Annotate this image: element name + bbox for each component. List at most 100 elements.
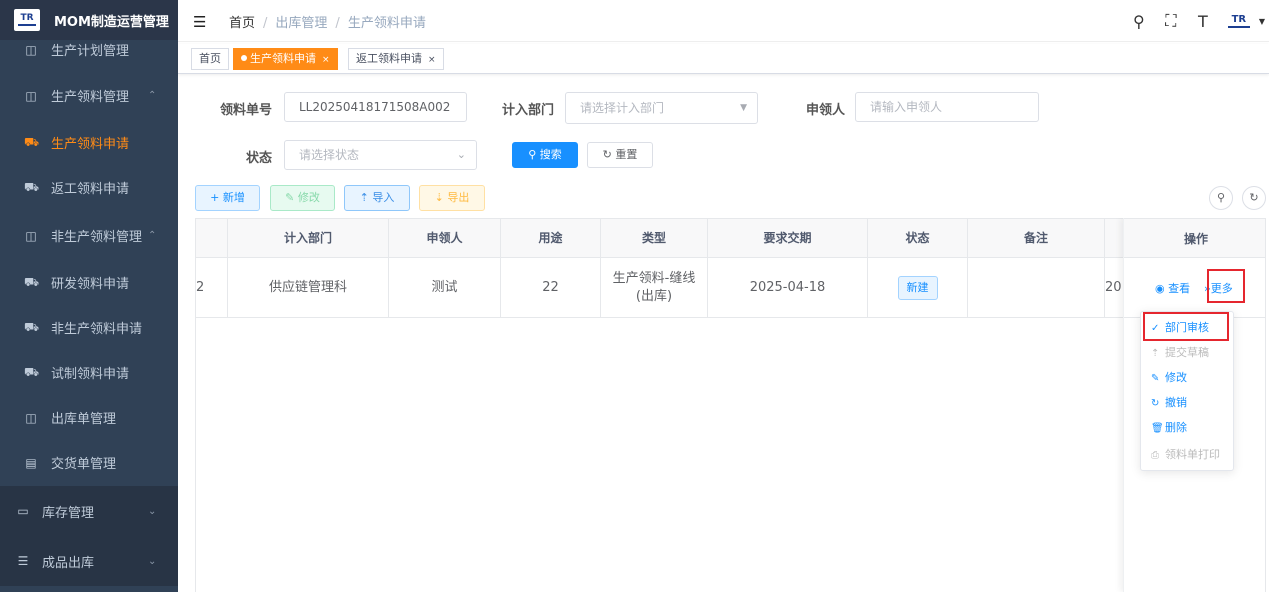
reset-button[interactable]: ↻ 重置 bbox=[587, 142, 653, 168]
cell-applicant: 测试 bbox=[389, 258, 501, 317]
menu-item-submit-draft: ⇡ 提交草稿 bbox=[1141, 340, 1235, 365]
column-header-purpose: 用途 bbox=[501, 219, 601, 257]
edit-icon: ✎ bbox=[1151, 373, 1160, 384]
cell-remark bbox=[968, 258, 1105, 317]
cell-type: 生产领料-缝线 (出库) bbox=[601, 258, 708, 317]
refresh-icon: ↻ bbox=[602, 148, 612, 161]
sidebar-item-rd-picking-request[interactable]: ⛟ 研发领料申请 bbox=[0, 260, 178, 305]
applicant-label: 申领人 bbox=[806, 103, 846, 118]
refresh-button[interactable]: ↻ bbox=[1242, 186, 1266, 210]
search-button[interactable]: ⚲ 搜索 bbox=[512, 142, 578, 168]
menu-item-delete[interactable]: 🗑删除 bbox=[1141, 415, 1235, 440]
sidebar-item-label: 交货单管理 bbox=[51, 457, 117, 472]
sidebar-item-label: 库存管理 bbox=[42, 505, 95, 521]
dept-label: 计入部门 bbox=[502, 103, 555, 118]
edit-icon: ✎ bbox=[285, 191, 295, 204]
column-header-status: 状态 bbox=[868, 219, 968, 257]
sidebar-item-label: 成品出库 bbox=[42, 555, 95, 571]
sidebar-item-outbound-orders[interactable]: ◫ 出库单管理 bbox=[0, 395, 178, 440]
fullscreen-icon[interactable]: ⛶ bbox=[1155, 11, 1187, 31]
sidebar-item-rework-picking-request[interactable]: ⛟ 返工领料申请 bbox=[0, 165, 178, 210]
caret-down-icon[interactable]: ▼ bbox=[1259, 17, 1265, 26]
column-header-applicant: 申领人 bbox=[389, 219, 501, 257]
eye-icon: ◉ bbox=[1155, 282, 1165, 295]
print-icon: ⎙ bbox=[1151, 450, 1159, 461]
cell-purpose: 22 bbox=[501, 258, 601, 317]
dept-select[interactable]: 请选择计入部门 ▼ bbox=[565, 92, 758, 124]
avatar[interactable]: TR bbox=[1223, 10, 1255, 32]
tab-production-picking-request[interactable]: 生产领料申请 × bbox=[233, 48, 338, 70]
order-no-input[interactable]: LL20250418171508A002 bbox=[284, 92, 467, 122]
import-button[interactable]: ⇡ 导入 bbox=[344, 185, 410, 211]
sidebar-item-finished-goods-outbound[interactable]: ☰ 成品出库 ⌄ bbox=[0, 536, 178, 586]
sidebar-item-delivery-orders[interactable]: ▤ 交货单管理 bbox=[0, 440, 178, 485]
menu-item-revoke[interactable]: ↻ 撤销 bbox=[1141, 390, 1235, 415]
column-header-due-date: 要求交期 bbox=[708, 219, 868, 257]
plus-icon: + bbox=[210, 191, 220, 204]
status-select[interactable]: 请选择状态 ⌄ bbox=[284, 140, 477, 170]
breadcrumb: 首页 / 出库管理 / 生产领料申请 bbox=[229, 16, 426, 31]
hamburger-icon[interactable]: ☰ bbox=[193, 13, 206, 31]
search-icon: ⚲ bbox=[528, 148, 537, 161]
table-row[interactable]: 2 供应链管理科 测试 22 生产领料-缝线 (出库) 2025-04-18 新… bbox=[196, 258, 1265, 318]
sidebar-item-production-picking-request[interactable]: ⛟ 生产领料申请 bbox=[0, 120, 178, 165]
tab-rework-picking-request[interactable]: 返工领料申请 × bbox=[348, 48, 444, 70]
sidebar-item-nonproduction-picking-request[interactable]: ⛟ 非生产领料申请 bbox=[0, 305, 178, 350]
upload-icon: ⇡ bbox=[359, 191, 369, 204]
cell-due-date: 2025-04-18 bbox=[708, 258, 868, 317]
close-icon[interactable]: × bbox=[428, 55, 436, 65]
book-icon: ◫ bbox=[25, 88, 37, 103]
active-dot-icon bbox=[241, 55, 247, 61]
close-icon[interactable]: × bbox=[322, 55, 330, 65]
edit-button[interactable]: ✎ 修改 bbox=[270, 185, 335, 211]
sidebar-item-label: 生产领料管理 bbox=[51, 90, 130, 105]
column-header-actions: 操作 bbox=[1124, 218, 1265, 258]
download-icon: ⇣ bbox=[434, 191, 444, 204]
search-icon[interactable]: ⚲ bbox=[1123, 12, 1155, 31]
export-button[interactable]: ⇣ 导出 bbox=[419, 185, 485, 211]
list-icon: ☰ bbox=[17, 554, 29, 568]
book-icon: ◫ bbox=[25, 410, 37, 425]
cart-icon: ⛟ bbox=[24, 274, 40, 289]
cart-icon: ⛟ bbox=[24, 364, 40, 379]
table-header: 计入部门 申领人 用途 类型 要求交期 状态 备注 bbox=[196, 218, 1265, 258]
book-icon: ◫ bbox=[25, 228, 37, 243]
cell-dept: 供应链管理科 bbox=[228, 258, 389, 317]
font-size-icon[interactable]: T bbox=[1187, 12, 1219, 31]
refresh-icon: ↻ bbox=[1249, 191, 1259, 204]
toggle-search-button[interactable]: ⚲ bbox=[1209, 186, 1233, 210]
upload-icon: ⇡ bbox=[1151, 348, 1160, 359]
monitor-icon: ▭ bbox=[17, 504, 29, 518]
sidebar-item-nonproduction-picking[interactable]: ◫ 非生产领料管理 ⌃ bbox=[0, 213, 178, 258]
logo: TR bbox=[14, 9, 40, 31]
tags-view: 首页 生产领料申请 × 返工领料申请 × bbox=[178, 44, 1269, 74]
app-title: MOM制造运营管理 bbox=[54, 14, 169, 30]
nav-tools: ⚲ ⛶ T TR ▼ bbox=[1123, 8, 1269, 34]
add-button[interactable]: + 新增 bbox=[195, 185, 260, 211]
sidebar-item-label: 非生产领料管理 bbox=[51, 230, 143, 245]
sidebar-item-label: 研发领料申请 bbox=[51, 277, 130, 292]
sidebar-item-inventory[interactable]: ▭ 库存管理 ⌄ bbox=[0, 486, 178, 536]
column-header-cut bbox=[196, 219, 228, 257]
menu-item-edit[interactable]: ✎ 修改 bbox=[1141, 365, 1235, 390]
cell-status: 新建 bbox=[868, 258, 968, 317]
sidebar-item-trial-picking-request[interactable]: ⛟ 试制领料申请 bbox=[0, 350, 178, 395]
sidebar-item-label: 生产计划管理 bbox=[51, 44, 130, 59]
breadcrumb-current: 生产领料申请 bbox=[347, 16, 426, 31]
cart-icon: ⛟ bbox=[24, 319, 40, 334]
brand: TR MOM制造运营管理 bbox=[0, 0, 178, 40]
breadcrumb-home[interactable]: 首页 bbox=[229, 16, 255, 31]
order-no-label: 领料单号 bbox=[220, 103, 273, 118]
view-link[interactable]: ◉ 查看 bbox=[1155, 280, 1190, 296]
data-table: 计入部门 申领人 用途 类型 要求交期 状态 备注 2 供应链管理科 测试 22… bbox=[195, 218, 1266, 592]
sidebar-item-label: 非生产领料申请 bbox=[51, 322, 143, 337]
menu-item-print: ⎙ 领料单打印 bbox=[1141, 442, 1235, 467]
sidebar-item-label: 返工领料申请 bbox=[51, 182, 130, 197]
sidebar: ◫ 生产计划管理 ◫ 生产领料管理 ⌃ ⛟ 生产领料申请 ⛟ 返工领料申请 ◫ … bbox=[0, 0, 178, 592]
chevron-up-icon: ⌃ bbox=[148, 230, 157, 241]
cell-cut: 2 bbox=[196, 258, 228, 317]
highlight-more bbox=[1207, 269, 1245, 303]
tab-home[interactable]: 首页 bbox=[191, 48, 229, 70]
applicant-input[interactable]: 请输入申领人 bbox=[855, 92, 1039, 122]
sidebar-item-production-picking[interactable]: ◫ 生产领料管理 ⌃ bbox=[0, 73, 178, 118]
